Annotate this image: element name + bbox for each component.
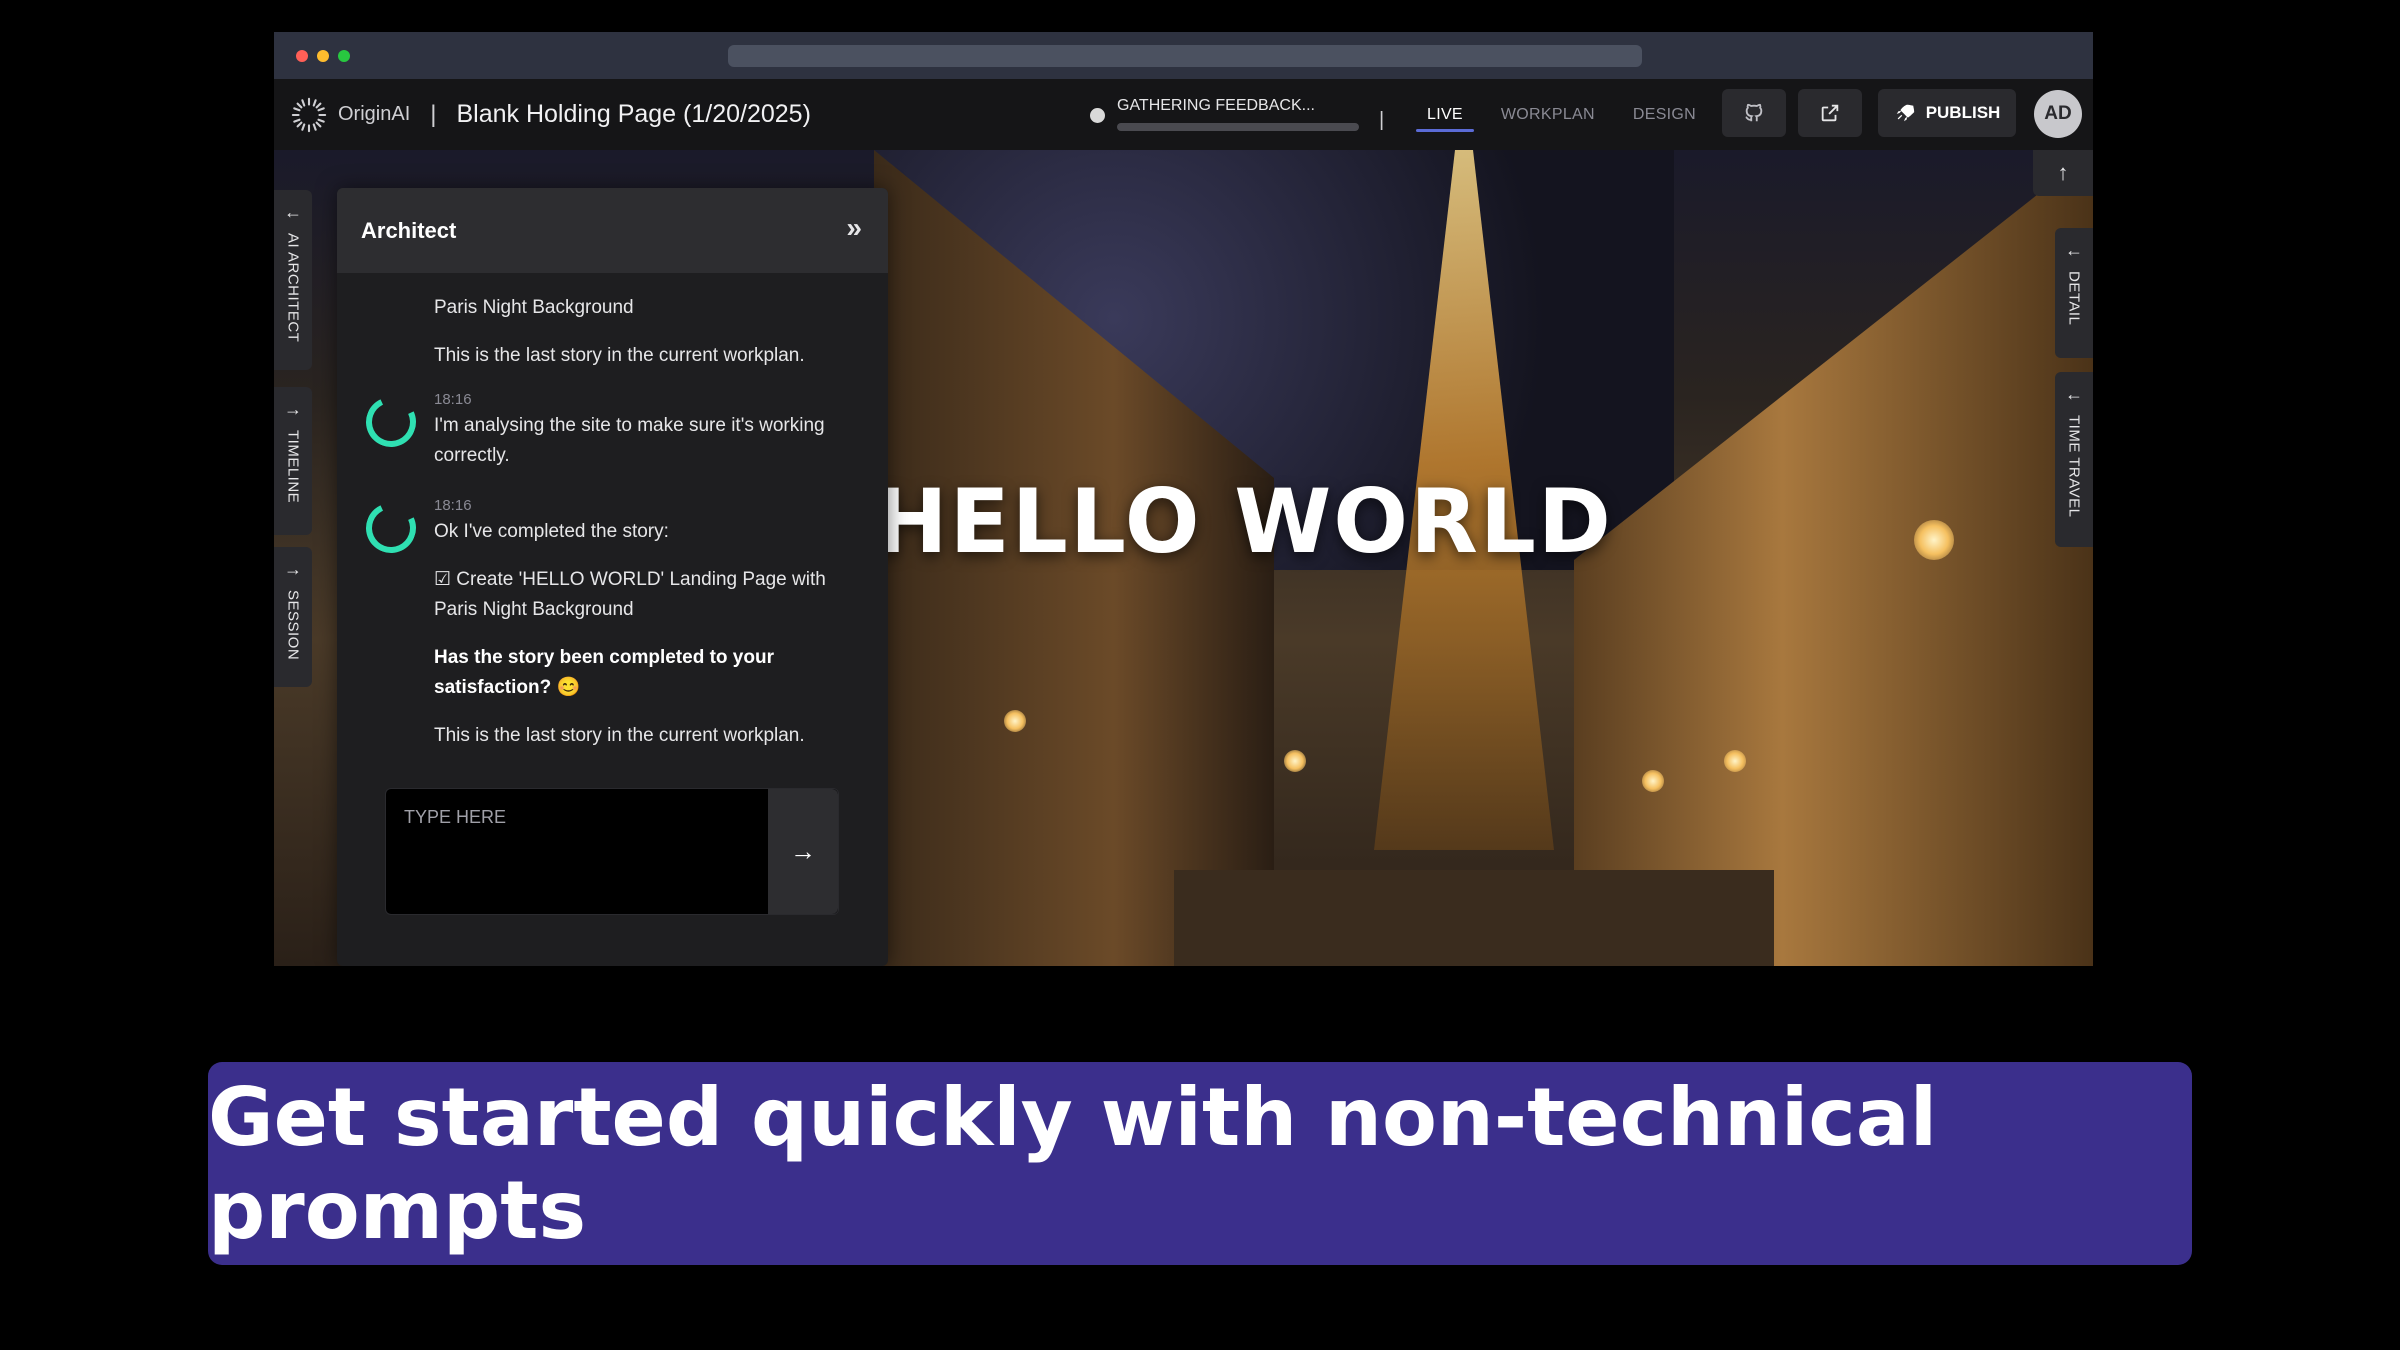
minimize-window-dot[interactable] bbox=[317, 50, 329, 62]
arrow-left-icon: ← bbox=[284, 202, 302, 222]
status-text: GATHERING FEEDBACK... bbox=[1117, 97, 1315, 114]
preview-street bbox=[1174, 870, 1774, 966]
preview-streetlamp bbox=[1642, 770, 1664, 792]
browser-titlebar bbox=[274, 32, 2093, 79]
live-preview: HELLO WORLD ← AI ARCHITECT → TIMELINE → … bbox=[274, 150, 2093, 966]
chat-message: This is the last story in the current wo… bbox=[337, 341, 888, 371]
side-tab-ai-architect[interactable]: ← AI ARCHITECT bbox=[274, 190, 312, 370]
arrow-left-icon: ← bbox=[2065, 384, 2083, 404]
app-window: OriginAI | Blank Holding Page (1/20/2025… bbox=[274, 32, 2093, 966]
loading-spinner-icon bbox=[358, 495, 424, 561]
side-tab-timeline[interactable]: → TIMELINE bbox=[274, 387, 312, 535]
caption-text: Get started quickly with non-technical p… bbox=[208, 1070, 1938, 1257]
status-indicator bbox=[1090, 108, 1105, 123]
side-tab-label: AI ARCHITECT bbox=[284, 233, 302, 343]
architect-panel-title: Architect bbox=[361, 217, 457, 243]
publish-button[interactable]: PUBLISH bbox=[1878, 89, 2016, 137]
chat-story-item: ☑ Create 'HELLO WORLD' Landing Page with… bbox=[434, 569, 826, 620]
arrow-right-icon: → bbox=[284, 559, 302, 579]
open-external-button[interactable] bbox=[1798, 89, 1862, 137]
status-progress-bar bbox=[1117, 123, 1359, 131]
chat-question: Has the story been completed to your sat… bbox=[434, 647, 774, 698]
collapse-panel-icon[interactable]: » bbox=[846, 212, 862, 244]
chat-message: 18:16 I'm analysing the site to make sur… bbox=[337, 389, 888, 471]
external-link-icon bbox=[1821, 104, 1839, 122]
url-bar[interactable] bbox=[728, 45, 1642, 67]
tab-workplan[interactable]: WORKPLAN bbox=[1482, 79, 1614, 150]
send-button[interactable]: → bbox=[768, 789, 838, 914]
preview-streetlamp bbox=[1724, 750, 1746, 772]
preview-streetlamp bbox=[1004, 710, 1026, 732]
architect-panel: Architect » Paris Night Background This … bbox=[337, 188, 888, 966]
tab-live[interactable]: LIVE bbox=[1408, 79, 1482, 150]
maximize-window-dot[interactable] bbox=[338, 50, 350, 62]
architect-messages: Paris Night Background This is the last … bbox=[337, 273, 888, 751]
chat-message-text: Paris Night Background bbox=[434, 297, 634, 318]
brand-name: OriginAI bbox=[338, 103, 411, 125]
chat-message-text: I'm analysing the site to make sure it's… bbox=[434, 415, 825, 466]
chat-message-time: 18:16 bbox=[434, 497, 472, 514]
chat-message: Paris Night Background bbox=[337, 293, 888, 323]
chat-message-time: 18:16 bbox=[434, 391, 472, 408]
app-header: OriginAI | Blank Holding Page (1/20/2025… bbox=[274, 79, 2093, 150]
view-tabs: LIVE WORKPLAN DESIGN bbox=[1408, 79, 1715, 150]
chat-message-text: Ok I've completed the story: bbox=[434, 521, 669, 542]
tab-separator: | bbox=[1379, 109, 1385, 131]
title-separator: | bbox=[430, 100, 437, 128]
side-tab-detail[interactable]: ← DETAIL bbox=[2055, 228, 2093, 358]
arrow-right-icon: → bbox=[284, 399, 302, 419]
architect-panel-header: Architect » bbox=[337, 188, 888, 273]
preview-hero-title: HELLO WORLD bbox=[874, 470, 1613, 573]
publish-label: PUBLISH bbox=[1925, 103, 2001, 122]
side-tab-label: TIME TRAVEL bbox=[2065, 415, 2083, 518]
rocket-icon bbox=[1896, 104, 1914, 122]
brand[interactable]: OriginAI bbox=[290, 96, 410, 134]
user-avatar[interactable]: AD bbox=[2034, 90, 2082, 138]
github-icon bbox=[1745, 103, 1763, 122]
caption-banner: Get started quickly with non-technical p… bbox=[208, 1062, 2192, 1265]
chat-message-text: This is the last story in the current wo… bbox=[434, 725, 805, 746]
preview-streetlamp bbox=[1284, 750, 1306, 772]
arrow-up-icon: ↑ bbox=[2057, 160, 2069, 185]
side-tab-session[interactable]: → SESSION bbox=[274, 547, 312, 687]
side-tab-label: TIMELINE bbox=[284, 430, 302, 504]
close-window-dot[interactable] bbox=[296, 50, 308, 62]
chat-message-text: This is the last story in the current wo… bbox=[434, 345, 805, 366]
side-tab-label: SESSION bbox=[284, 590, 302, 661]
tab-design[interactable]: DESIGN bbox=[1614, 79, 1715, 150]
preview-streetlamp bbox=[1914, 520, 1954, 560]
github-button[interactable] bbox=[1722, 89, 1786, 137]
side-tab-label: DETAIL bbox=[2065, 271, 2083, 326]
arrow-right-icon: → bbox=[790, 836, 816, 866]
side-tab-time-travel[interactable]: ← TIME TRAVEL bbox=[2055, 372, 2093, 547]
build-status: GATHERING FEEDBACK... bbox=[1090, 97, 1359, 131]
arrow-left-icon: ← bbox=[2065, 240, 2083, 260]
chat-input[interactable] bbox=[404, 807, 754, 828]
chat-composer: → bbox=[385, 788, 839, 915]
chat-message: Has the story been completed to your sat… bbox=[337, 643, 888, 703]
chat-message: ☑ Create 'HELLO WORLD' Landing Page with… bbox=[337, 565, 888, 625]
chat-message: 18:16 Ok I've completed the story: bbox=[337, 495, 888, 561]
scroll-top-button[interactable]: ↑ bbox=[2033, 150, 2093, 196]
origin-logo-icon bbox=[291, 97, 327, 132]
page-title: Blank Holding Page (1/20/2025) bbox=[456, 100, 811, 128]
loading-spinner-icon bbox=[358, 389, 424, 455]
chat-message: This is the last story in the current wo… bbox=[337, 721, 888, 751]
